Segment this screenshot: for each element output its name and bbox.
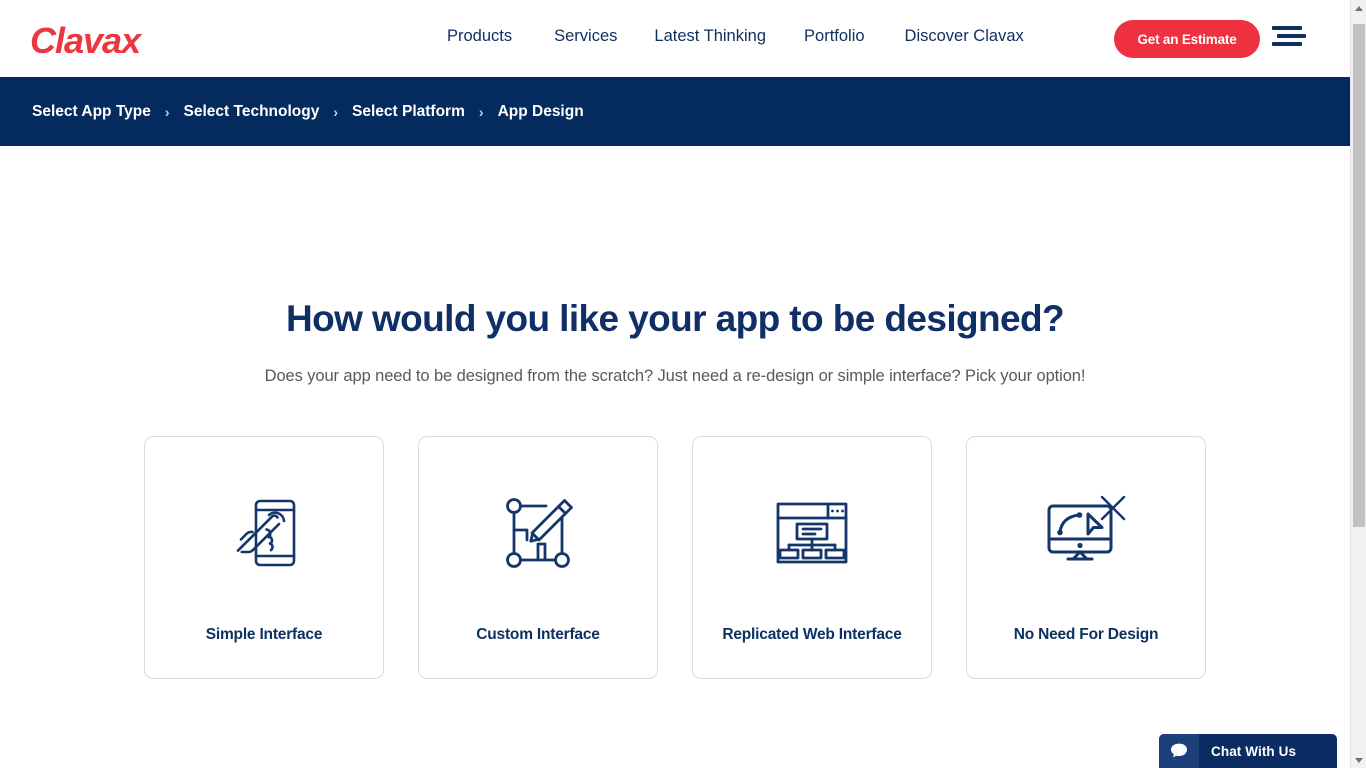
monitor-cursor-x-icon — [1038, 485, 1134, 581]
design-option-label: No Need For Design — [1013, 626, 1159, 643]
chat-with-us-widget[interactable]: Chat With Us — [1159, 734, 1337, 768]
page-scrollbar[interactable] — [1350, 0, 1366, 768]
nav-item-discover-clavax[interactable]: Discover Clavax — [905, 27, 1024, 46]
scroll-down-arrow-icon[interactable] — [1351, 752, 1366, 768]
get-an-estimate-button[interactable]: Get an Estimate — [1114, 20, 1260, 58]
chevron-right-icon: › — [164, 103, 170, 120]
nav-item-portfolio[interactable]: Portfolio — [804, 27, 865, 46]
chevron-right-icon: › — [333, 103, 339, 120]
scrollbar-thumb[interactable] — [1353, 24, 1365, 527]
page-subtitle: Does your app need to be designed from t… — [264, 367, 1086, 385]
page-content: Clavax Products Services Latest Thinking… — [0, 0, 1350, 768]
breadcrumb-item-select-technology[interactable]: Select Technology — [184, 103, 320, 121]
nav-item-products[interactable]: Products — [447, 27, 512, 46]
breadcrumb: Select App Type › Select Technology › Se… — [0, 77, 1350, 146]
phone-tap-icon — [216, 485, 312, 581]
breadcrumb-item-select-platform[interactable]: Select Platform — [352, 103, 465, 121]
design-option-label: Simple Interface — [205, 626, 323, 643]
main-navigation: Products Services Latest Thinking Portfo… — [447, 27, 1024, 46]
design-option-simple-interface[interactable]: Simple Interface — [144, 436, 384, 679]
design-option-replicated-web-interface[interactable]: Replicated Web Interface — [692, 436, 932, 679]
chevron-right-icon: › — [478, 103, 484, 120]
main-content: How would you like your app to be design… — [0, 298, 1350, 679]
breadcrumb-item-app-design: App Design — [497, 102, 584, 120]
clavax-logo[interactable]: Clavax — [30, 20, 141, 62]
design-option-label: Replicated Web Interface — [722, 626, 902, 643]
design-option-custom-interface[interactable]: Custom Interface — [418, 436, 658, 679]
hamburger-menu-icon[interactable] — [1272, 26, 1306, 52]
chat-widget-label: Chat With Us — [1211, 743, 1297, 759]
nav-item-latest-thinking[interactable]: Latest Thinking — [654, 27, 766, 46]
design-option-no-need-for-design[interactable]: No Need For Design — [966, 436, 1206, 679]
blueprint-pencil-icon — [490, 485, 586, 581]
page-title: How would you like your app to be design… — [286, 298, 1065, 339]
design-option-list: Simple Interface Custom Interface Replic… — [0, 436, 1350, 679]
scroll-up-arrow-icon[interactable] — [1351, 0, 1366, 16]
browser-viewport: Clavax Products Services Latest Thinking… — [0, 0, 1366, 768]
breadcrumb-item-select-app-type[interactable]: Select App Type — [32, 103, 151, 121]
design-option-label: Custom Interface — [476, 626, 600, 643]
browser-sitemap-icon — [764, 485, 860, 581]
nav-item-services[interactable]: Services — [554, 27, 617, 46]
site-header: Clavax Products Services Latest Thinking… — [0, 0, 1350, 77]
speech-bubble-icon — [1159, 734, 1199, 768]
